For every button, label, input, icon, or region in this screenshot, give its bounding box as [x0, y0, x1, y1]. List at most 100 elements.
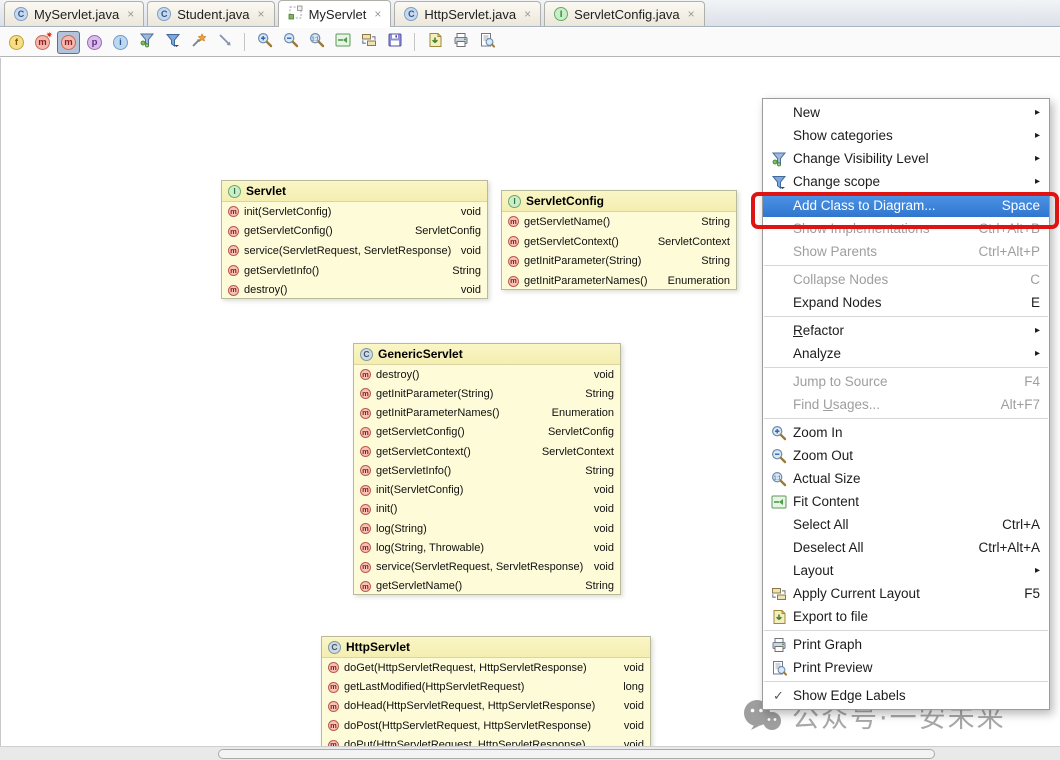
- uml-method-row[interactable]: mdoPost(HttpServletRequest, HttpServletR…: [322, 716, 650, 735]
- menu-item-zoom-in[interactable]: Zoom In: [763, 421, 1049, 444]
- menu-item-find-usages[interactable]: Find Usages...Alt+F7: [763, 393, 1049, 416]
- uml-method-row[interactable]: mdestroy()void: [354, 365, 620, 384]
- menu-icon-spacer: [770, 374, 787, 390]
- method-return-type: String: [452, 265, 481, 277]
- menu-item-print-graph[interactable]: Print Graph: [763, 633, 1049, 656]
- method-icon: m: [328, 682, 339, 693]
- menu-item-show-parents[interactable]: Show ParentsCtrl+Alt+P: [763, 240, 1049, 263]
- uml-method-row[interactable]: mlog(String, Throwable)void: [354, 538, 620, 557]
- menu-item-new[interactable]: New▸: [763, 101, 1049, 124]
- method-signature: doHead(HttpServletRequest, HttpServletRe…: [344, 700, 595, 712]
- change-scope-button[interactable]: [161, 31, 184, 54]
- menu-item-shortcut: Space: [1002, 198, 1040, 213]
- uml-method-row[interactable]: minit(ServletConfig)void: [354, 481, 620, 500]
- menu-item-refactor[interactable]: Refactor▸: [763, 319, 1049, 342]
- show-dependencies-button[interactable]: [187, 31, 210, 54]
- uml-method-row[interactable]: mgetServletName()String: [502, 212, 736, 232]
- uml-method-row[interactable]: mgetInitParameter(String)String: [502, 252, 736, 272]
- uml-class-httpservlet[interactable]: CHttpServletmdoGet(HttpServletRequest, H…: [321, 636, 651, 760]
- close-icon[interactable]: ×: [127, 7, 134, 21]
- fit-content-button[interactable]: [331, 31, 354, 54]
- menu-item-zoom-out[interactable]: Zoom Out: [763, 444, 1049, 467]
- uml-method-row[interactable]: mgetInitParameterNames()Enumeration: [354, 404, 620, 423]
- uml-class-header[interactable]: IServletConfig: [502, 191, 736, 212]
- apply-layout-button[interactable]: [357, 31, 380, 54]
- menu-item-print-preview[interactable]: Print Preview: [763, 656, 1049, 679]
- uml-method-row[interactable]: mgetServletName()String: [354, 577, 620, 595]
- zoom-out-button[interactable]: [279, 31, 302, 54]
- show-methods-button[interactable]: m: [57, 31, 80, 54]
- menu-icon-spacer: [770, 197, 787, 213]
- menu-item-add-class-to-diagram[interactable]: Add Class to Diagram...Space: [763, 193, 1049, 217]
- uml-class-header[interactable]: CGenericServlet: [354, 344, 620, 365]
- menu-item-shortcut: F5: [1024, 586, 1040, 601]
- menu-item-collapse-nodes[interactable]: Collapse NodesC: [763, 268, 1049, 291]
- menu-item-show-categories[interactable]: Show categories▸: [763, 124, 1049, 147]
- horizontal-scrollbar-thumb[interactable]: [218, 749, 935, 759]
- tab-servletconfig-java[interactable]: IServletConfig.java×: [544, 1, 705, 26]
- show-properties-button[interactable]: p: [83, 31, 106, 54]
- menu-item-fit-content[interactable]: Fit Content: [763, 490, 1049, 513]
- menu-item-label: Layout: [793, 563, 1029, 578]
- menu-item-export-to-file[interactable]: Export to file: [763, 605, 1049, 628]
- uml-method-row[interactable]: mgetServletInfo()String: [354, 461, 620, 480]
- uml-method-row[interactable]: mgetInitParameterNames()Enumeration: [502, 271, 736, 290]
- uml-class-genericservlet[interactable]: CGenericServletmdestroy()voidmgetInitPar…: [353, 343, 621, 595]
- uml-class-servletconfig[interactable]: IServletConfigmgetServletName()Stringmge…: [501, 190, 737, 290]
- uml-method-row[interactable]: mdoGet(HttpServletRequest, HttpServletRe…: [322, 658, 650, 677]
- show-inner-classes-button[interactable]: i: [109, 31, 132, 54]
- menu-item-jump-to-source[interactable]: Jump to SourceF4: [763, 370, 1049, 393]
- close-icon[interactable]: ×: [524, 7, 531, 21]
- print-button[interactable]: [449, 31, 472, 54]
- uml-method-row[interactable]: mdoHead(HttpServletRequest, HttpServletR…: [322, 697, 650, 716]
- uml-method-row[interactable]: mlog(String)void: [354, 519, 620, 538]
- close-icon[interactable]: ×: [688, 7, 695, 21]
- change-visibility-level-button[interactable]: [135, 31, 158, 54]
- actual-size-button[interactable]: 1:1: [305, 31, 328, 54]
- menu-item-label: Collapse Nodes: [793, 272, 1014, 287]
- show-constructors-button[interactable]: m✷: [31, 31, 54, 54]
- menu-item-show-edge-labels[interactable]: ✓Show Edge Labels: [763, 684, 1049, 707]
- tab-myservlet-java[interactable]: CMyServlet.java×: [4, 1, 144, 26]
- uml-class-header[interactable]: CHttpServlet: [322, 637, 650, 658]
- tab-httpservlet-java[interactable]: CHttpServlet.java×: [394, 1, 541, 26]
- export-button[interactable]: [423, 31, 446, 54]
- uml-method-row[interactable]: mgetServletConfig()ServletConfig: [222, 222, 487, 242]
- uml-method-row[interactable]: mgetLastModified(HttpServletRequest)long: [322, 677, 650, 696]
- menu-item-change-scope[interactable]: Change scope▸: [763, 170, 1049, 193]
- close-icon[interactable]: ×: [374, 7, 381, 21]
- close-icon[interactable]: ×: [258, 7, 265, 21]
- menu-item-actual-size[interactable]: 1:1Actual Size: [763, 467, 1049, 490]
- print-preview-button[interactable]: [475, 31, 498, 54]
- uml-class-header[interactable]: IServlet: [222, 181, 487, 202]
- menu-item-apply-current-layout[interactable]: Apply Current LayoutF5: [763, 582, 1049, 605]
- menu-item-change-visibility-level[interactable]: Change Visibility Level▸: [763, 147, 1049, 170]
- menu-item-show-implementations[interactable]: Show ImplementationsCtrl+Alt+B: [763, 217, 1049, 240]
- edge-creation-button[interactable]: [213, 31, 236, 54]
- menu-item-layout[interactable]: Layout▸: [763, 559, 1049, 582]
- menu-item-analyze[interactable]: Analyze▸: [763, 342, 1049, 365]
- tab-myservlet[interactable]: MyServlet×: [278, 0, 392, 27]
- method-icon: m: [360, 427, 371, 438]
- save-button[interactable]: [383, 31, 406, 54]
- uml-method-row[interactable]: mgetServletConfig()ServletConfig: [354, 423, 620, 442]
- method-signature: log(String): [376, 523, 427, 535]
- uml-method-row[interactable]: mgetInitParameter(String)String: [354, 384, 620, 403]
- uml-method-row[interactable]: mservice(ServletRequest, ServletResponse…: [222, 241, 487, 261]
- uml-method-row[interactable]: mgetServletContext()ServletContext: [502, 232, 736, 252]
- uml-method-row[interactable]: minit()void: [354, 500, 620, 519]
- uml-method-row[interactable]: mdestroy()void: [222, 280, 487, 299]
- uml-method-row[interactable]: mservice(ServletRequest, ServletResponse…: [354, 558, 620, 577]
- uml-method-row[interactable]: mgetServletContext()ServletContext: [354, 442, 620, 461]
- menu-item-select-all[interactable]: Select AllCtrl+A: [763, 513, 1049, 536]
- menu-icon-spacer: [770, 244, 787, 260]
- menu-item-expand-nodes[interactable]: Expand NodesE: [763, 291, 1049, 314]
- tab-student-java[interactable]: CStudent.java×: [147, 1, 274, 26]
- uml-class-servlet[interactable]: IServletminit(ServletConfig)voidmgetServ…: [221, 180, 488, 299]
- uml-method-row[interactable]: minit(ServletConfig)void: [222, 202, 487, 222]
- menu-item-deselect-all[interactable]: Deselect AllCtrl+Alt+A: [763, 536, 1049, 559]
- horizontal-scrollbar[interactable]: [0, 746, 1060, 760]
- zoom-in-button[interactable]: [253, 31, 276, 54]
- uml-method-row[interactable]: mgetServletInfo()String: [222, 261, 487, 281]
- show-fields-button[interactable]: f: [5, 31, 28, 54]
